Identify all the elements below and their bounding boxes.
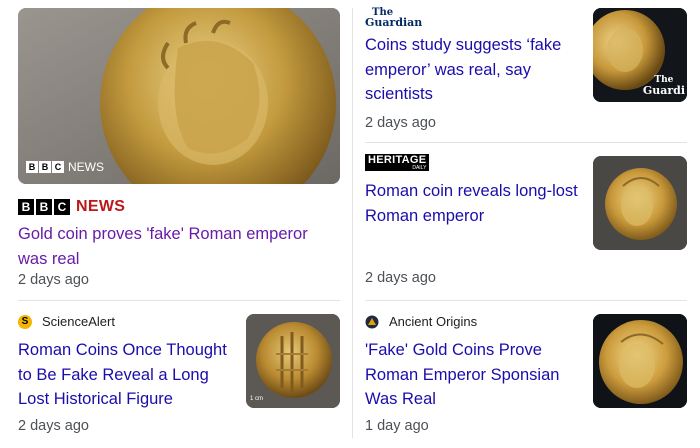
thumb-logo-line2: Guardi — [642, 84, 685, 97]
source-logo-bbc[interactable]: B B C NEWS — [18, 198, 125, 216]
overlay-logo-letter: B — [39, 161, 51, 173]
article-title[interactable]: Roman Coins Once Thought to Be Fake Reve… — [18, 338, 240, 412]
source-logo-ancient-origins[interactable]: Ancient Origins — [365, 314, 477, 329]
article-time: 2 days ago — [365, 270, 436, 286]
heritage-logo: HERITAGE DAILY — [365, 154, 430, 171]
source-logo-guardian[interactable]: The Guardian — [365, 8, 423, 29]
source-name: Ancient Origins — [389, 314, 478, 329]
thumb-guardian-logo: The Guardi — [642, 76, 685, 97]
row-divider-right-1 — [365, 142, 687, 143]
source-name: ScienceAlert — [42, 314, 115, 329]
article-title[interactable]: Coins study suggests ‘fake emperor’ was … — [365, 33, 577, 107]
gold-coin-image — [246, 314, 340, 408]
guardian-logo-line2: Guardian — [365, 16, 423, 29]
article-image[interactable]: B B C NEWS — [18, 8, 340, 184]
heritage-logo-word: HERITAGE — [368, 154, 427, 166]
gold-coin-image — [593, 156, 687, 250]
article-title[interactable]: Gold coin proves 'fake' Roman emperor wa… — [18, 222, 318, 271]
ancient-origins-logo-icon — [365, 315, 379, 328]
bbc-logo-letter: B — [18, 199, 34, 215]
overlay-logo-word: NEWS — [68, 160, 104, 174]
column-divider — [352, 8, 353, 438]
bbc-logo-letter: B — [36, 199, 52, 215]
sciencealert-logo-icon: S — [18, 314, 32, 329]
news-card-sciencealert[interactable]: S ScienceAlert Roman Coins Once Thought … — [18, 312, 340, 442]
article-thumbnail[interactable]: The Guardi — [593, 8, 687, 102]
news-card-ancient-origins[interactable]: Ancient Origins 'Fake' Gold Coins Prove … — [365, 312, 687, 442]
source-logo-heritage[interactable]: HERITAGE DAILY — [365, 154, 430, 171]
scale-label: 1 cm — [250, 396, 264, 402]
article-title[interactable]: 'Fake' Gold Coins Prove Roman Emperor Sp… — [365, 338, 580, 412]
article-time: 1 day ago — [365, 418, 429, 434]
overlay-logo-letter: C — [52, 161, 64, 173]
article-title[interactable]: Roman coin reveals long-lost Roman emper… — [365, 179, 580, 228]
overlay-logo-letter: B — [26, 161, 38, 173]
article-thumbnail[interactable] — [593, 314, 687, 408]
article-thumbnail[interactable]: 1 cm — [246, 314, 340, 408]
gold-coin-image — [18, 8, 340, 184]
article-time: 2 days ago — [365, 115, 436, 131]
row-divider-left — [18, 300, 340, 301]
row-divider-right-2 — [365, 300, 687, 301]
article-time: 2 days ago — [18, 272, 89, 288]
source-logo-sciencealert[interactable]: S ScienceAlert — [18, 314, 115, 329]
article-thumbnail[interactable] — [593, 156, 687, 250]
article-time: 2 days ago — [18, 418, 89, 434]
news-card-guardian[interactable]: The Guardian Coins study suggests ‘fake … — [365, 8, 687, 138]
bbc-news-word: NEWS — [76, 198, 126, 215]
news-card-heritage[interactable]: HERITAGE DAILY Roman coin reveals long-l… — [365, 154, 687, 294]
news-card-bbc[interactable]: B B C NEWS B B C NEWS Gold coin proves '… — [18, 8, 340, 298]
image-overlay-logo: B B C NEWS — [26, 160, 104, 174]
gold-coin-image — [593, 314, 687, 408]
bbc-logo-letter: C — [54, 199, 70, 215]
